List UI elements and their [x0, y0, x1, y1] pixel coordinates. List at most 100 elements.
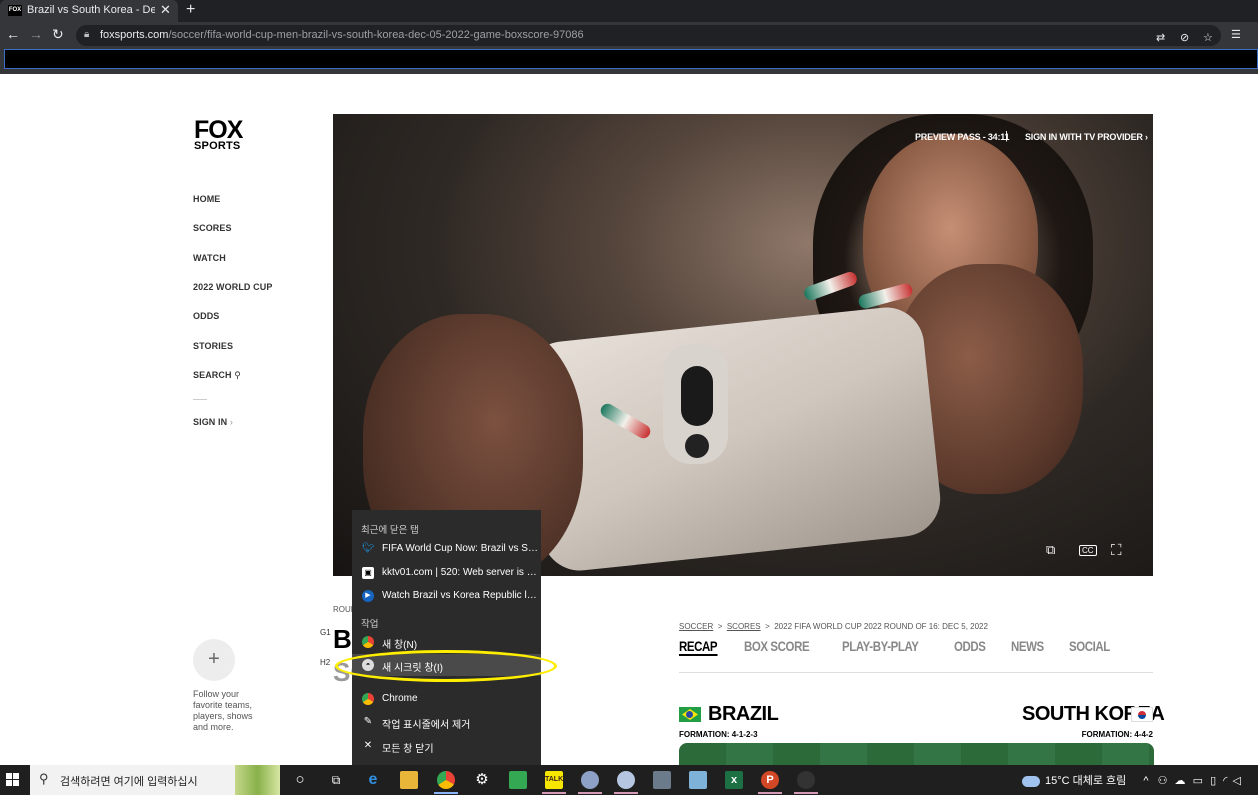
recent-tab-item[interactable]: ▶ Watch Brazil vs Korea Republic live st…	[352, 585, 541, 607]
taskbar-search-box[interactable]: ⚲ 검색하려면 여기에 입력하십시	[30, 765, 280, 795]
settings-gear-icon[interactable]: ⚙	[473, 771, 491, 789]
unpin-from-taskbar-item[interactable]: ✎ 작업 표시줄에서 제거	[352, 711, 541, 733]
url-domain: foxsports.com	[100, 29, 169, 41]
chevron-right-icon: ›	[1145, 132, 1148, 142]
preview-pass-timer: PREVIEW PASS - 34:11	[915, 132, 1010, 142]
address-bar[interactable]: 🔒︎ foxsports.com/soccer/fifa-world-cup-m…	[76, 25, 1221, 46]
follow-add-button[interactable]: +	[193, 639, 235, 681]
task-view-icon[interactable]: ⧉	[327, 771, 345, 789]
calculator-icon[interactable]	[653, 771, 671, 789]
edge-icon[interactable]: e	[364, 771, 382, 789]
chrome-taskbar-icon[interactable]	[437, 771, 455, 789]
nav-home[interactable]: HOME	[193, 194, 220, 204]
video-player[interactable]: PREVIEW PASS - 34:11 | SIGN IN WITH TV P…	[333, 114, 1153, 576]
tray-overflow-icon[interactable]: ^	[1143, 775, 1148, 787]
volume-icon[interactable]: ◁	[1233, 775, 1241, 787]
chrome-app-item[interactable]: Chrome	[352, 688, 541, 710]
twitter-icon: 🐦︎	[362, 543, 375, 554]
reading-list-icon[interactable]: ☰	[1231, 28, 1241, 41]
bookmark-star-icon[interactable]: ☆	[1203, 31, 1213, 44]
recent-tab-item[interactable]: 🐦︎ FIFA World Cup Now: Brazil vs South..…	[352, 538, 541, 560]
tab-social[interactable]: SOCIAL	[1069, 638, 1110, 654]
recent-tab-label: kktv01.com | 520: Web server is retur...	[382, 567, 538, 578]
battery-icon[interactable]: ▯	[1210, 775, 1216, 787]
browser-tab-bar: FOX Brazil vs South Korea - December 5, …	[0, 0, 1258, 22]
lock-icon[interactable]: 🔒︎	[84, 29, 89, 40]
onedrive-icon[interactable]: ☁	[1175, 775, 1186, 787]
breadcrumb-soccer[interactable]: SOCCER	[679, 622, 713, 631]
tab-odds[interactable]: ODDS	[954, 638, 986, 654]
find-input[interactable]	[4, 49, 1258, 69]
back-arrow-icon[interactable]: ←	[6, 26, 20, 42]
nav-watch[interactable]: WATCH	[193, 253, 226, 263]
fullscreen-icon[interactable]: ⛶	[1111, 542, 1122, 559]
weather-text[interactable]: 15°C 대체로 흐림	[1045, 775, 1126, 787]
chrome-jump-list: 최근에 닫은 탭 🐦︎ FIFA World Cup Now: Brazil v…	[352, 510, 541, 765]
half-marker-h2: H2	[320, 658, 331, 667]
foxsports-favicon-icon: FOX	[8, 5, 22, 16]
formation-pitch	[679, 743, 1154, 765]
taskbar-search-placeholder: 검색하려면 여기에 입력하십시	[60, 776, 198, 788]
foxsports-logo[interactable]: FOX SPORTS	[194, 118, 248, 152]
browser-tab[interactable]: FOX Brazil vs South Korea - December 5, …	[0, 0, 178, 22]
file-explorer-icon[interactable]	[400, 771, 418, 789]
recent-tab-item[interactable]: ▣ kktv01.com | 520: Web server is retur.…	[352, 562, 541, 584]
translate-icon[interactable]: ⇄	[1156, 31, 1165, 44]
search-icon: ⚲	[234, 370, 241, 380]
tabs-divider	[679, 672, 1153, 673]
excel-icon[interactable]: x	[725, 771, 743, 789]
picture-in-picture-icon[interactable]: ⧉	[1046, 542, 1055, 558]
tab-news[interactable]: NEWS	[1011, 638, 1044, 654]
nav-odds[interactable]: ODDS	[193, 311, 219, 321]
close-all-windows-item[interactable]: ✕ 모든 창 닫기	[352, 735, 541, 757]
nav-sign-in[interactable]: SIGN IN ›	[193, 417, 233, 427]
spreadsheet-app-icon[interactable]	[509, 771, 527, 789]
sign-in-tv-provider-label: SIGN IN WITH TV PROVIDER	[1025, 132, 1143, 142]
wifi-icon[interactable]: ◜	[1223, 775, 1227, 787]
video-frame-lens	[685, 434, 709, 458]
closed-captions-icon[interactable]: CC	[1079, 545, 1097, 556]
forward-arrow-icon[interactable]: →	[29, 26, 43, 42]
network-icon[interactable]: ⚇	[1158, 775, 1168, 787]
nav-sign-in-label: SIGN IN	[193, 417, 228, 427]
close-tab-icon[interactable]: ✕	[160, 2, 171, 18]
windows-start-icon[interactable]	[6, 773, 20, 787]
tracking-blocked-icon[interactable]: ⊘	[1180, 31, 1189, 44]
search-highlight-image	[235, 765, 280, 795]
kktv-icon: ▣	[362, 567, 374, 579]
nav-scores[interactable]: SCORES	[193, 223, 232, 233]
nav-world-cup[interactable]: 2022 WORLD CUP	[193, 282, 272, 292]
url-path: /soccer/fifa-world-cup-men-brazil-vs-sou…	[168, 29, 584, 41]
nav-search[interactable]: SEARCH ⚲	[193, 370, 241, 381]
app-running-indicator	[614, 792, 638, 794]
sign-in-tv-provider-link[interactable]: SIGN IN WITH TV PROVIDER ›	[1025, 132, 1148, 142]
tasks-header: 작업	[361, 619, 379, 630]
tab-box-score[interactable]: BOX SCORE	[744, 638, 810, 654]
video-header-separator: |	[1005, 130, 1008, 142]
video-frame-phone	[522, 303, 944, 575]
tab-play-by-play[interactable]: PLAY-BY-PLAY	[842, 638, 919, 654]
breadcrumb-separator-icon: >	[715, 622, 725, 631]
chrome-icon	[362, 636, 374, 648]
home-team-name[interactable]: BRAZIL	[708, 703, 779, 726]
game-app-icon[interactable]	[581, 771, 599, 789]
close-icon: ✕	[363, 740, 373, 751]
search-icon: ⚲	[39, 771, 49, 786]
new-tab-button[interactable]: +	[186, 1, 195, 19]
cortana-icon[interactable]: ○	[291, 771, 309, 789]
weather-cloud-icon	[1022, 775, 1040, 787]
tab-recap[interactable]: RECAP	[679, 638, 718, 656]
breadcrumb-scores[interactable]: SCORES	[727, 622, 761, 631]
notepad-app-icon[interactable]	[689, 771, 707, 789]
powerpoint-icon[interactable]: P	[761, 771, 779, 789]
game-tabs: RECAP BOX SCORE PLAY-BY-PLAY ODDS NEWS S…	[679, 638, 1133, 660]
display-icon[interactable]: ▭	[1193, 775, 1203, 787]
breadcrumb-event: 2022 FIFA WORLD CUP 2022 ROUND OF 16: DE…	[774, 622, 988, 631]
url-text[interactable]: foxsports.com/soccer/fifa-world-cup-men-…	[100, 29, 584, 41]
nav-stories[interactable]: STORIES	[193, 341, 233, 351]
background-app-icon[interactable]	[797, 771, 815, 789]
livestream-icon: ▶	[362, 590, 374, 602]
kakaotalk-icon[interactable]: TALK	[545, 771, 563, 789]
paint-app-icon[interactable]	[617, 771, 635, 789]
reload-icon[interactable]: ↻	[52, 26, 64, 43]
